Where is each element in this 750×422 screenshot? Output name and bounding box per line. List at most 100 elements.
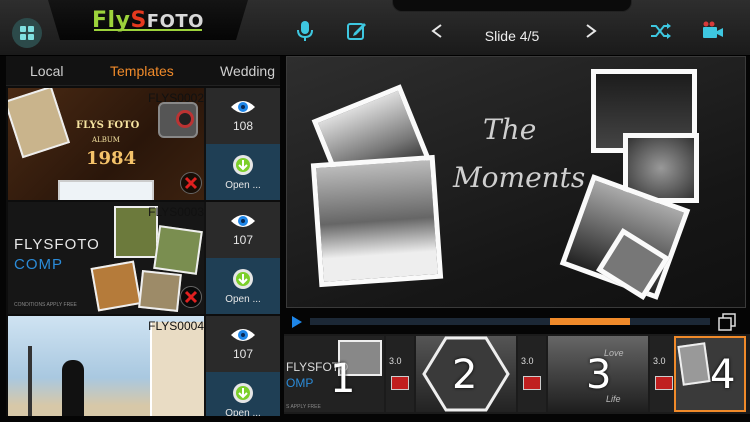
fullscreen-icon	[718, 313, 736, 331]
next-icon	[586, 24, 597, 38]
open-template-button[interactable]: Open ...	[206, 144, 280, 200]
edit-button[interactable]	[344, 18, 370, 44]
thumbnail-photo	[90, 260, 142, 312]
next-slide-button[interactable]	[578, 18, 604, 44]
template-title-line1: FLYSFOTO	[14, 236, 100, 253]
shuffle-icon	[651, 23, 671, 39]
open-label: Open ...	[225, 293, 261, 305]
thumbnail-photo	[8, 88, 71, 159]
filmstrip-slide-2[interactable]: 2	[416, 336, 516, 412]
slide-filmstrip: FLYSFOTO OMP S APPLY FREE 1 3.0 2 3.0 Lo…	[284, 334, 750, 414]
filmstrip-slide-3[interactable]: Love Life 3	[548, 336, 648, 412]
view-count: 107	[232, 233, 254, 247]
filmstrip-slide-1[interactable]: FLYSFOTO OMP S APPLY FREE 1	[284, 336, 384, 412]
template-views: 107	[206, 202, 280, 258]
template-views: 107	[206, 316, 280, 372]
template-actions: 107 Open ...	[206, 202, 280, 314]
slide-number: 3	[586, 352, 612, 398]
transition-slot[interactable]: 3.0	[386, 336, 414, 412]
frame-text-3: S APPLY FREE	[286, 404, 321, 410]
slide-duration: 3.0	[653, 356, 666, 366]
previous-icon	[431, 24, 442, 38]
thumbnail-photo	[153, 225, 203, 275]
top-toolbar: FlySFOTO Slide 4/5	[0, 0, 750, 56]
delete-button[interactable]	[180, 286, 202, 308]
template-item[interactable]: FLYS0004 107 Open ...	[8, 316, 280, 416]
template-title-line2: ALBUM	[92, 136, 120, 144]
template-actions: 107 Open ...	[206, 316, 280, 416]
timeline-track[interactable]	[310, 318, 710, 325]
transition-icon	[523, 376, 541, 390]
fullscreen-button[interactable]	[718, 313, 736, 331]
template-item[interactable]: FLYSFOTO COMP CONDITIONS APPLY FREE FLYS…	[8, 202, 280, 314]
slide-duration: 3.0	[389, 356, 402, 366]
slide-counter: Slide 4/5	[484, 28, 540, 44]
tab-templates[interactable]: Templates	[110, 63, 174, 79]
thumbnail-photo	[138, 270, 182, 312]
thumbnail-couple	[62, 360, 84, 416]
close-icon	[184, 290, 198, 304]
video-camera-icon	[703, 21, 723, 38]
previous-slide-button[interactable]	[424, 18, 450, 44]
tab-local[interactable]: Local	[30, 63, 63, 79]
frame-photo	[677, 342, 711, 386]
template-code: FLYS0002	[148, 91, 204, 105]
template-title-line1: FLYS FOTO	[76, 120, 140, 131]
microphone-button[interactable]	[292, 18, 318, 44]
view-count: 108	[232, 119, 254, 133]
eye-icon	[231, 215, 255, 227]
edit-icon	[347, 23, 366, 40]
thumbnail-laptop	[58, 180, 154, 200]
grid-menu-button[interactable]	[12, 18, 42, 48]
eye-icon	[231, 101, 255, 113]
microphone-icon	[297, 21, 313, 41]
template-actions: 108 Open ...	[206, 88, 280, 200]
tab-wedding[interactable]: Wedding	[220, 63, 275, 79]
app-logo: FlySFOTO	[48, 0, 248, 40]
transition-icon	[391, 376, 409, 390]
preview-photo	[310, 154, 444, 288]
open-template-button[interactable]: Open ...	[206, 372, 280, 416]
playback-timeline	[286, 312, 746, 332]
play-button[interactable]	[292, 316, 302, 328]
slide-number: 4	[710, 352, 736, 398]
open-template-button[interactable]: Open ...	[206, 258, 280, 314]
view-count: 107	[232, 347, 254, 361]
filmstrip-slide-4[interactable]: 4	[674, 336, 746, 412]
thumbnail-tower	[28, 346, 32, 416]
delete-button[interactable]	[180, 172, 202, 194]
transition-slot[interactable]: 3.0	[518, 336, 546, 412]
download-icon	[233, 382, 253, 403]
category-tabs: Local Templates Wedding	[6, 56, 280, 86]
template-title-line2: COMP	[14, 256, 63, 273]
transition-icon	[655, 376, 673, 390]
frame-text-2: OMP	[286, 376, 314, 390]
top-handle	[392, 0, 632, 12]
logo-underline	[94, 29, 202, 31]
template-views: 108	[206, 88, 280, 144]
timeline-progress	[550, 318, 630, 325]
template-item[interactable]: FLYS FOTO ALBUM 1984 FLYS0002 108 Open .…	[8, 88, 280, 200]
video-export-button[interactable]	[700, 18, 726, 44]
open-label: Open ...	[225, 407, 261, 417]
template-code: FLYS0003	[148, 205, 204, 219]
download-icon	[233, 154, 253, 175]
template-panel: Local Templates Wedding FLYS FOTO ALBUM …	[6, 56, 280, 416]
slide-preview[interactable]: The Moments	[286, 56, 746, 308]
close-icon	[184, 176, 198, 190]
slide-number: 2	[452, 352, 478, 398]
preview-title-line1: The	[483, 113, 537, 146]
template-title-line3: 1984	[86, 148, 137, 169]
slide-duration: 3.0	[521, 356, 534, 366]
eye-icon	[231, 329, 255, 341]
shuffle-button[interactable]	[648, 18, 674, 44]
preview-title-line2: Moments	[453, 161, 586, 194]
template-footer: CONDITIONS APPLY FREE	[14, 302, 77, 308]
grid-icon	[20, 26, 34, 40]
thumbnail-lens	[176, 110, 194, 128]
template-code: FLYS0004	[148, 319, 204, 333]
thumbnail-card	[150, 322, 204, 416]
download-icon	[233, 268, 253, 289]
open-label: Open ...	[225, 179, 261, 191]
slide-number: 1	[330, 356, 356, 402]
